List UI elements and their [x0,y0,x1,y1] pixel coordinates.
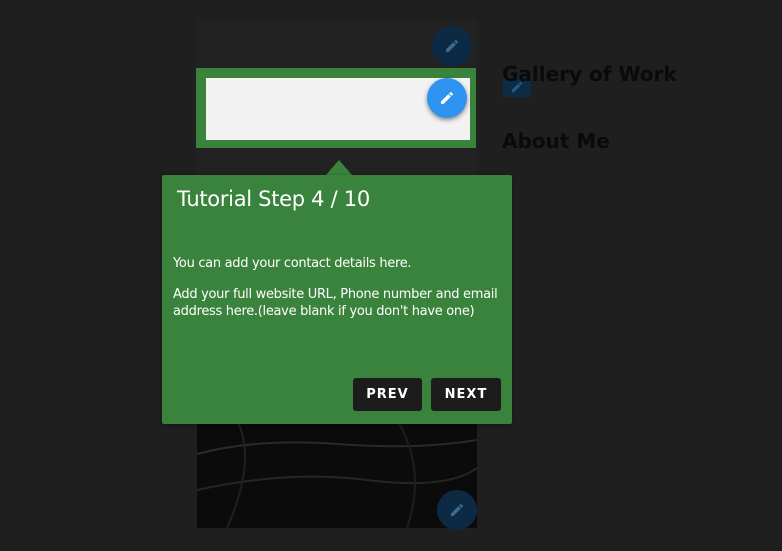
tutorial-popover: Tutorial Step 4 / 10 You can add your co… [162,175,512,424]
next-button[interactable]: NEXT [431,378,501,411]
tutorial-body: You can add your contact details here. A… [173,255,499,334]
popover-arrow [326,160,352,175]
prev-button[interactable]: PREV [353,378,422,411]
pencil-icon [441,91,454,104]
edit-contact-button[interactable] [427,78,467,118]
tutorial-text: You can add your contact details here. [173,256,412,271]
tutorial-text: Add your full website URL, Phone number … [173,287,498,319]
tutorial-title: Tutorial Step 4 / 10 [177,187,370,211]
